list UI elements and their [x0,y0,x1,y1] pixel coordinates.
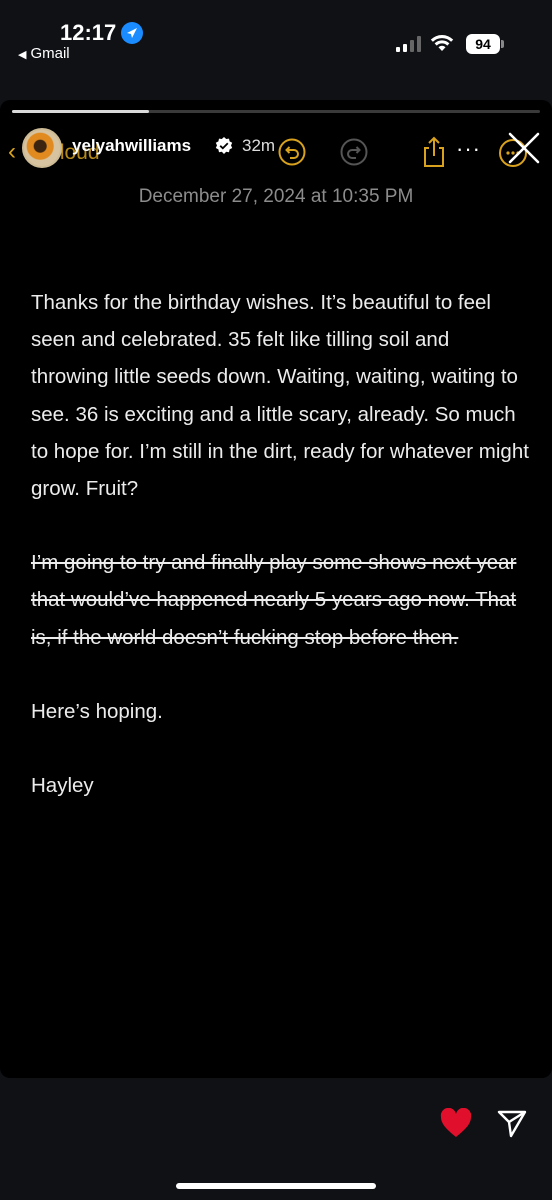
note-paragraph: Here’s hoping. [31,699,163,723]
username[interactable]: yelyahwilliams [72,136,191,156]
signal-icon [396,36,421,52]
back-to-app-link[interactable]: ◀ Gmail [18,45,70,62]
story-progress-track [12,110,540,113]
note-body: Thanks for the birthday wishes. It’s bea… [31,284,531,841]
verified-badge-icon [215,137,233,154]
note-paragraph: Thanks for the birthday wishes. It’s bea… [31,291,529,501]
battery-tip [501,40,504,48]
note-date: December 27, 2024 at 10:35 PM [138,186,414,207]
status-bar: 12:17 ◀ Gmail 94 [0,0,552,80]
close-icon[interactable] [506,130,542,166]
notes-back-button[interactable]: ‹ [8,138,16,166]
notes-toolbar: ‹ iCloud yelyahwilliams 32m ··· [0,128,552,178]
chevron-left-icon: ‹ [8,138,16,165]
battery-indicator: 94 [466,34,500,54]
share-icon[interactable] [420,136,448,168]
wifi-icon [430,35,454,51]
note-paragraph-strikethrough: I’m going to try and finally play some s… [31,551,517,649]
more-options-icon[interactable]: ··· [456,136,481,162]
avatar[interactable] [22,128,62,168]
story-card[interactable]: ‹ iCloud yelyahwilliams 32m ··· December… [0,100,552,1078]
note-signature: Hayley [31,774,94,798]
story-progress-fill [12,110,150,113]
location-icon [121,22,143,44]
redo-icon[interactable] [340,138,368,166]
back-triangle-icon: ◀ [18,49,27,61]
heart-icon[interactable] [440,1108,472,1138]
send-icon[interactable] [497,1108,527,1138]
home-indicator[interactable] [176,1183,376,1189]
status-time: 12:17 [60,20,117,45]
back-app-label: Gmail [30,45,70,62]
post-time-ago: 32m [242,136,276,155]
undo-icon[interactable] [278,138,306,166]
